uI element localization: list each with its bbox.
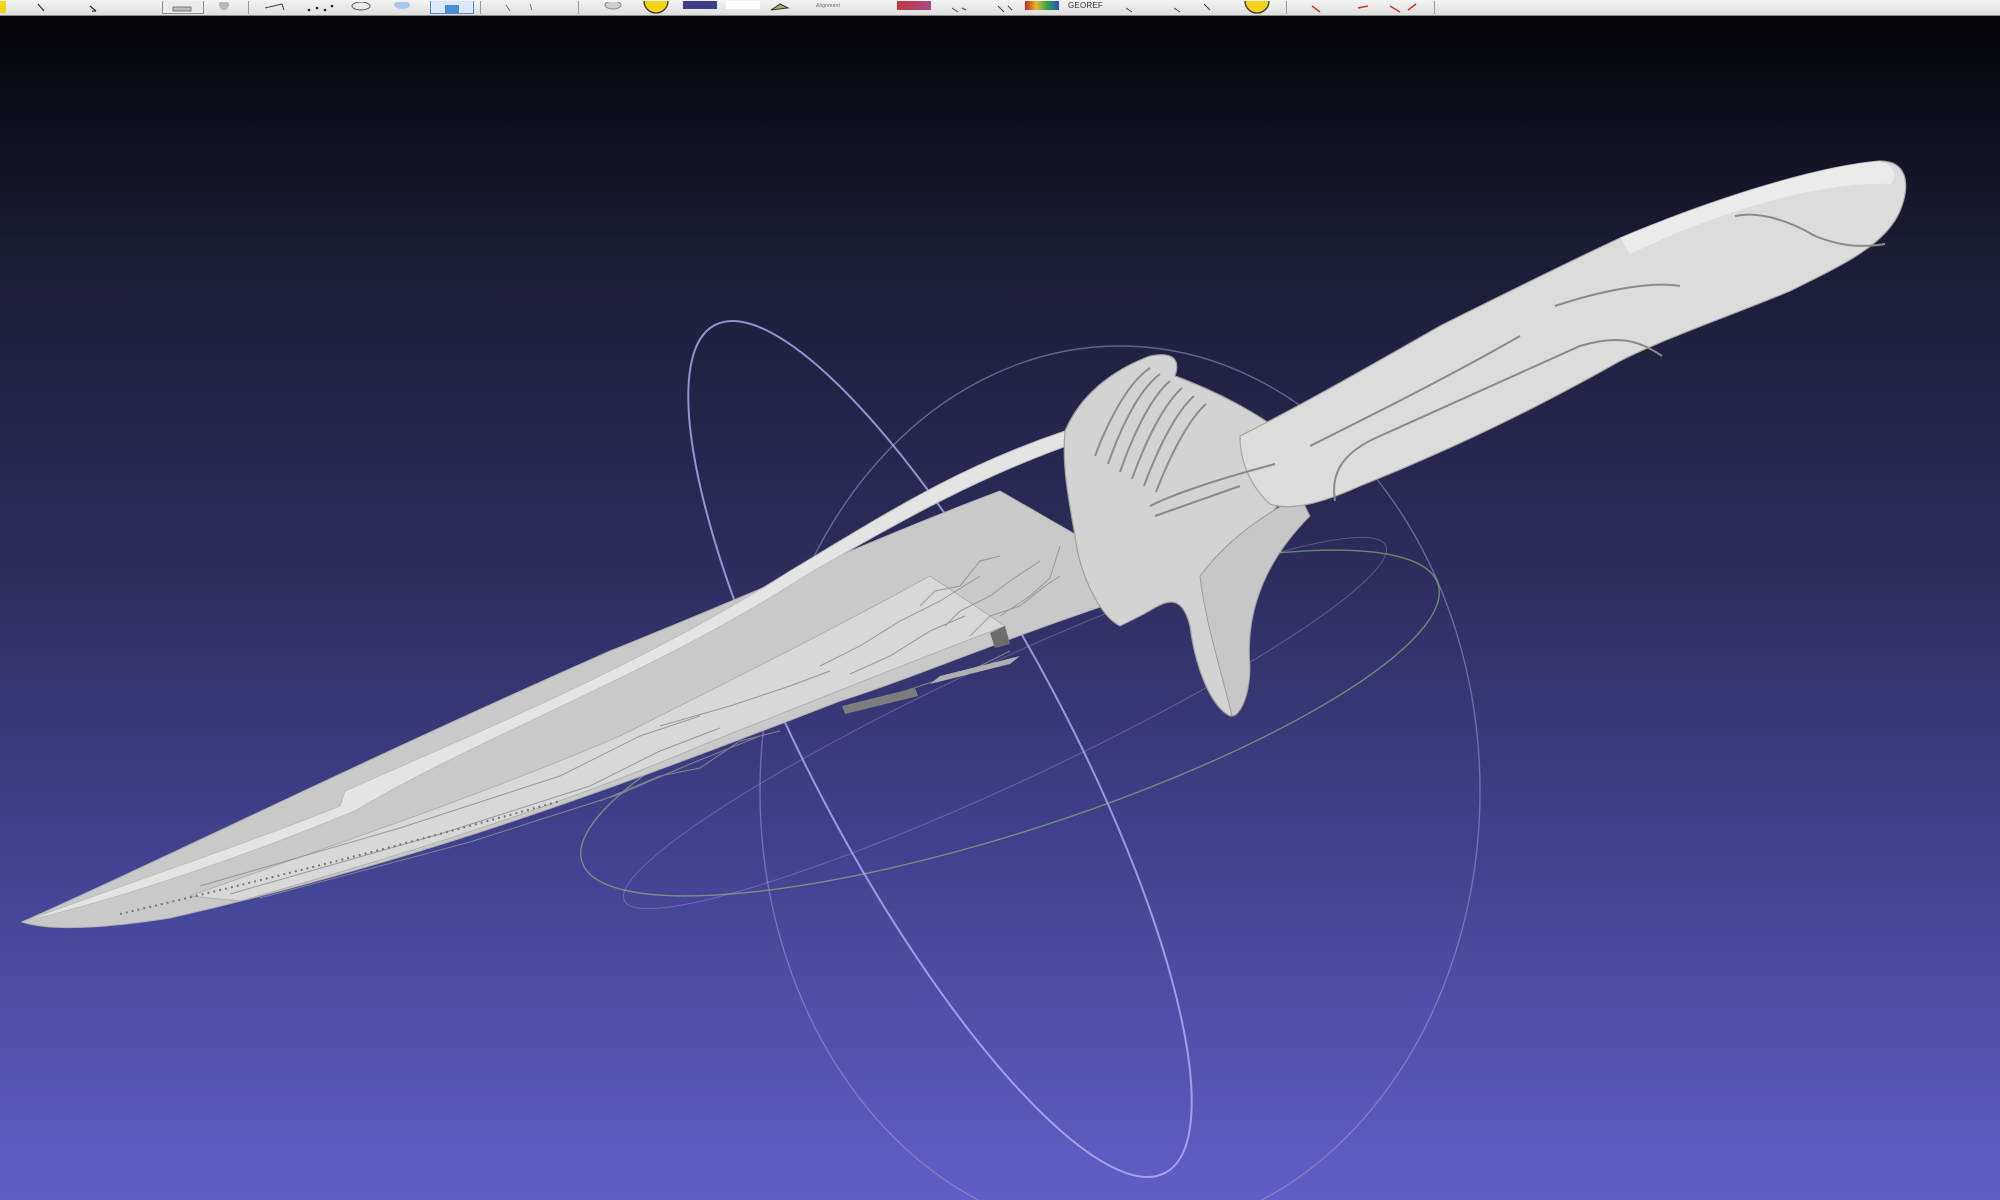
yellow-tool-icon[interactable] bbox=[0, 1, 6, 13]
color-swatch-icon[interactable] bbox=[683, 1, 717, 9]
measure-icon[interactable] bbox=[768, 1, 790, 13]
sun-icon-2[interactable] bbox=[1242, 0, 1272, 14]
main-toolbar: Alignment GEOREF bbox=[0, 0, 2000, 16]
layer-icon[interactable] bbox=[162, 1, 204, 14]
points-icon[interactable] bbox=[305, 1, 335, 13]
tool-icons[interactable] bbox=[948, 1, 1018, 13]
trackball-icon[interactable] bbox=[1120, 1, 1220, 13]
selected-tool-icon[interactable] bbox=[430, 1, 474, 14]
redo-arrow-icon[interactable] bbox=[88, 1, 98, 13]
georef-icon[interactable] bbox=[1025, 1, 1059, 10]
sphere-icon[interactable] bbox=[218, 0, 230, 13]
alignment-label: Alignment bbox=[816, 3, 841, 9]
pick-icon[interactable] bbox=[500, 1, 540, 13]
sun-icon[interactable] bbox=[640, 0, 672, 14]
white-swatch-icon[interactable] bbox=[726, 1, 760, 9]
light-icon[interactable] bbox=[392, 1, 412, 13]
wireframe-icon[interactable] bbox=[350, 1, 372, 13]
gradient-icon[interactable] bbox=[897, 1, 931, 10]
measure-small-icon[interactable] bbox=[602, 0, 624, 13]
toolbar-separator bbox=[1286, 1, 1287, 14]
box-select-icon[interactable] bbox=[262, 1, 286, 13]
scene-canvas bbox=[20, 160, 1907, 1200]
undo-arrow-icon[interactable] bbox=[36, 1, 46, 13]
3d-viewport[interactable] bbox=[0, 16, 2000, 1200]
toolbar-separator bbox=[578, 1, 579, 14]
toolbar-separator bbox=[1434, 1, 1435, 14]
toolbar-separator bbox=[248, 1, 249, 14]
georef-label: GEOREF bbox=[1068, 1, 1103, 10]
red-tools-icon[interactable] bbox=[1308, 1, 1424, 13]
knife-mesh[interactable] bbox=[20, 160, 1907, 929]
toolbar-separator bbox=[480, 1, 481, 14]
